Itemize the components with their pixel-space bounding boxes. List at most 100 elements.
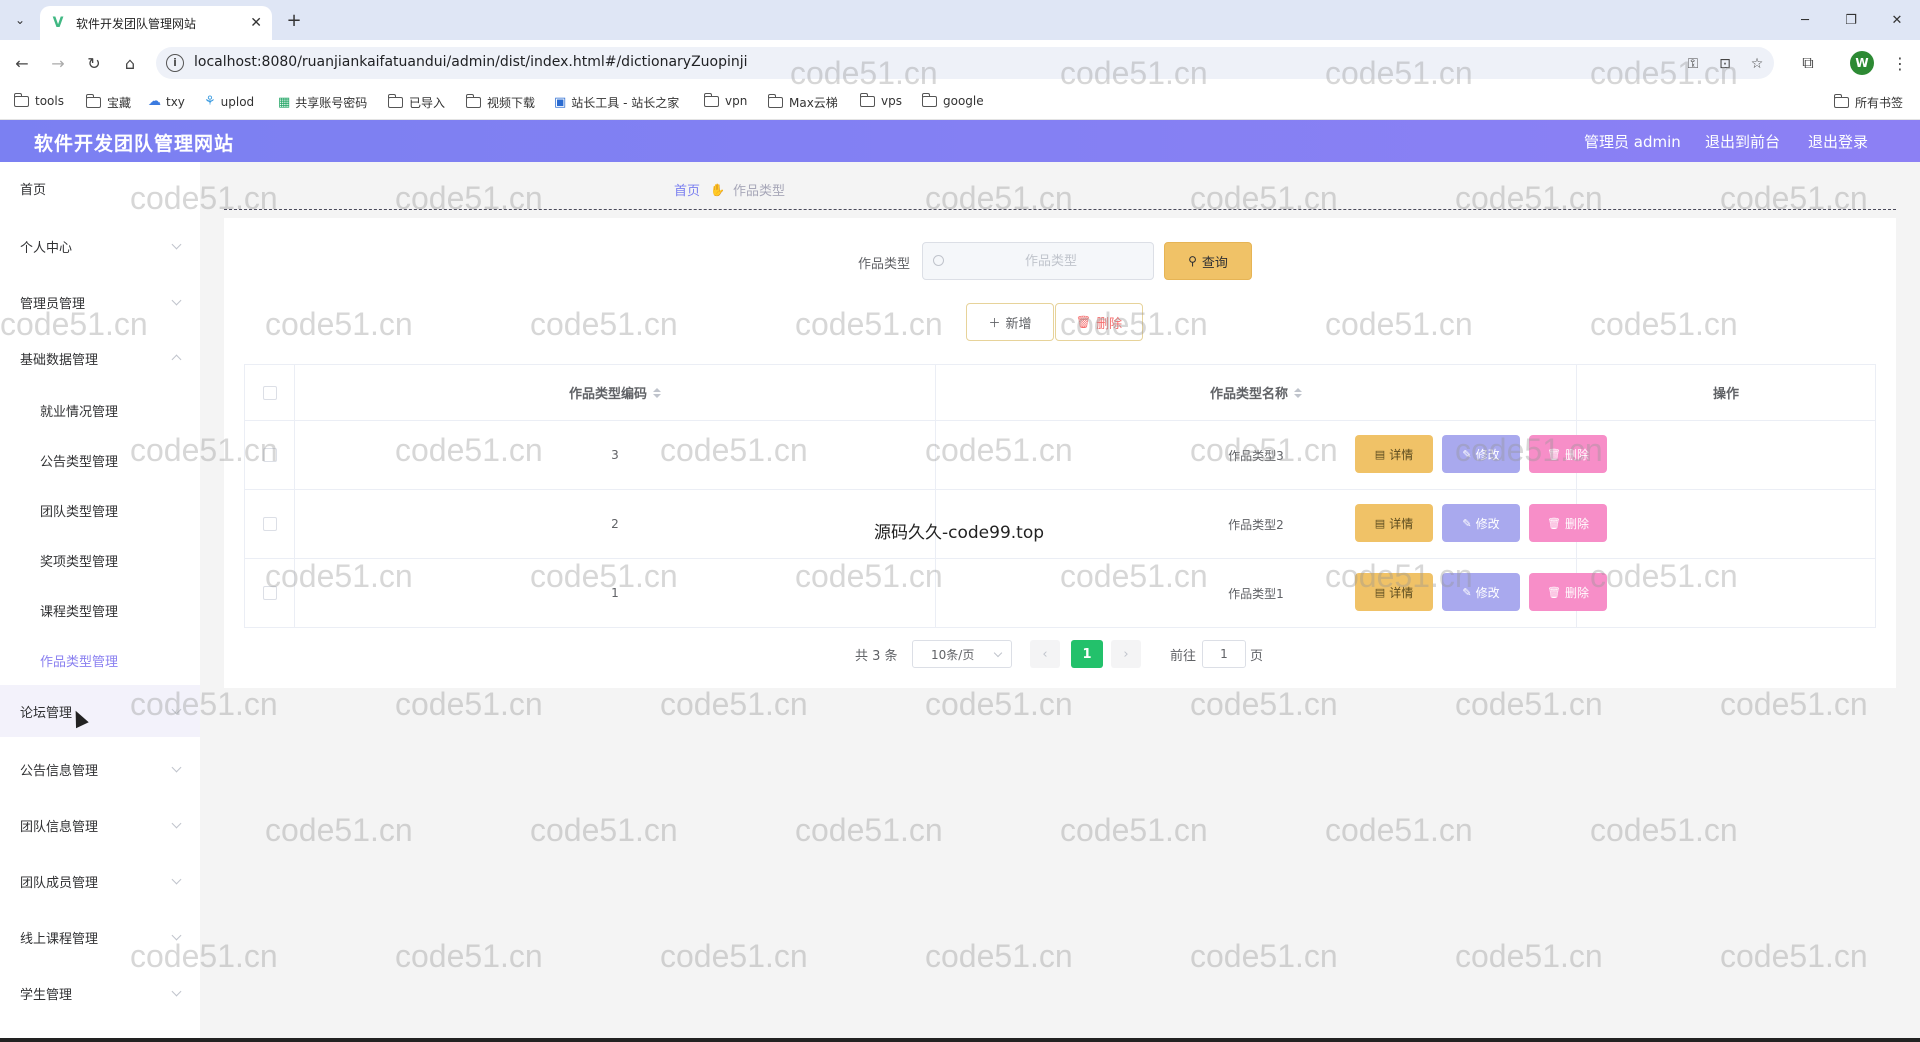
sidebar-item-student[interactable]: 学生管理 xyxy=(0,975,200,1011)
prev-page-button[interactable]: ‹ xyxy=(1030,640,1060,668)
bookmark-item[interactable]: Max云梯 xyxy=(767,94,838,111)
folder-icon xyxy=(859,92,875,107)
sort-icon[interactable] xyxy=(1294,387,1302,398)
bookmark-item[interactable]: 视频下载 xyxy=(465,94,535,111)
tab-close-icon[interactable]: ✕ xyxy=(250,15,262,31)
bookmark-item[interactable]: ▣ 站长工具 - 站长之家 xyxy=(554,94,679,111)
bookmark-item[interactable]: google xyxy=(921,92,984,108)
row-checkbox[interactable] xyxy=(262,586,277,600)
select-all-checkbox[interactable] xyxy=(262,385,277,400)
detail-button[interactable]: ▤ 详情 xyxy=(1355,573,1433,611)
header-code-label: 作品类型编码 xyxy=(568,387,647,402)
edit-button[interactable]: ✎ 修改 xyxy=(1442,504,1520,542)
chevron-down-icon xyxy=(171,762,182,773)
edit-icon: ✎ xyxy=(1462,585,1472,599)
sidebar-subitem-notice-type[interactable]: 公告类型管理 xyxy=(0,442,200,478)
browser-tab[interactable]: V 软件开发团队管理网站 ✕ xyxy=(40,6,272,40)
add-button[interactable]: ＋ 新增 xyxy=(966,303,1054,341)
browser-menu-icon[interactable]: ⋮ xyxy=(1892,51,1908,75)
browser-toolbar: ← → ↻ ⌂ i localhost:8080/ruanjiankaifatu… xyxy=(0,40,1920,86)
delete-button-label: 删除 xyxy=(1096,316,1123,332)
sidebar-item-team-member[interactable]: 团队成员管理 xyxy=(0,863,200,899)
sheet-icon: ▦ xyxy=(278,95,291,110)
back-icon[interactable]: ← xyxy=(10,51,34,75)
header-name[interactable]: 作品类型名称 xyxy=(936,365,1577,420)
password-key-icon[interactable]: ⚿ xyxy=(1682,53,1704,75)
sidebar-item-label: 个人中心 xyxy=(20,240,73,256)
site-info-icon[interactable]: i xyxy=(166,54,184,72)
sidebar-subitem-course-type[interactable]: 课程类型管理 xyxy=(0,592,200,628)
all-bookmarks[interactable]: 所有书签 xyxy=(1833,94,1903,111)
screenshot-icon[interactable]: ⊡ xyxy=(1714,53,1736,75)
watermark: code51.cn xyxy=(925,938,1073,974)
goto-page-input[interactable] xyxy=(1202,640,1246,668)
sidebar-item-forum[interactable]: 论坛管理 xyxy=(0,685,200,737)
delete-button[interactable]: 🗑 删除 xyxy=(1529,504,1607,542)
bookmark-item[interactable]: tools xyxy=(13,92,64,108)
reload-icon[interactable]: ↻ xyxy=(82,51,106,75)
sidebar-item-team-info[interactable]: 团队信息管理 xyxy=(0,807,200,843)
search-field[interactable] xyxy=(922,242,1154,280)
sidebar-subitem-award-type[interactable]: 奖项类型管理 xyxy=(0,542,200,578)
bookmark-label: txy xyxy=(166,94,185,109)
breadcrumb-home[interactable]: 首页 xyxy=(674,180,700,199)
delete-button-label: 删除 xyxy=(1564,447,1589,462)
sidebar-item-basic-data[interactable]: 基础数据管理 xyxy=(0,340,200,376)
bookmark-item[interactable]: 已导入 xyxy=(387,94,445,111)
detail-button[interactable]: ▤ 详情 xyxy=(1355,504,1433,542)
bookmark-item[interactable]: vpn xyxy=(703,92,747,108)
watermark: code51.cn xyxy=(1190,938,1338,974)
edit-button[interactable]: ✎ 修改 xyxy=(1442,573,1520,611)
sidebar-item-online-course[interactable]: 线上课程管理 xyxy=(0,919,200,955)
row-checkbox[interactable] xyxy=(262,448,277,462)
sidebar-item-profile[interactable]: 个人中心 xyxy=(0,228,200,264)
watermark: code51.cn xyxy=(1720,938,1868,974)
sidebar-subitem-work-type[interactable]: 作品类型管理 xyxy=(0,642,200,678)
search-input[interactable] xyxy=(953,243,1149,279)
sidebar-item-notice[interactable]: 公告信息管理 xyxy=(0,751,200,787)
restore-icon[interactable]: ❐ xyxy=(1828,0,1874,40)
cloud-icon: ☁ xyxy=(148,94,161,109)
bookmark-item[interactable]: vps xyxy=(859,92,902,108)
tab-search-icon[interactable]: ⌄ xyxy=(8,8,32,32)
extensions-icon[interactable]: ⧉ xyxy=(1796,51,1820,75)
address-bar[interactable]: i localhost:8080/ruanjiankaifatuandui/ad… xyxy=(156,47,1774,79)
sidebar-subitem-team-type[interactable]: 团队类型管理 xyxy=(0,492,200,528)
url-text[interactable]: localhost:8080/ruanjiankaifatuandui/admi… xyxy=(194,54,748,70)
delete-button[interactable]: 🗑 删除 xyxy=(1529,573,1607,611)
sort-icon[interactable] xyxy=(653,387,661,398)
bookmark-item[interactable]: 宝藏 xyxy=(85,94,131,111)
edit-button[interactable]: ✎ 修改 xyxy=(1442,435,1520,473)
logout-link[interactable]: 退出登录 xyxy=(1808,131,1868,152)
sidebar-subitem-employment[interactable]: 就业情况管理 xyxy=(0,392,200,428)
exit-to-front-link[interactable]: 退出到前台 xyxy=(1705,131,1780,152)
minimize-icon[interactable]: ─ xyxy=(1782,0,1828,40)
row-checkbox[interactable] xyxy=(262,517,277,531)
cell-code: 1 xyxy=(295,559,936,627)
new-tab-icon[interactable]: + xyxy=(282,8,306,32)
watermark: code51.cn xyxy=(395,180,543,216)
sidebar-item-label: 管理员管理 xyxy=(20,296,86,312)
query-button[interactable]: ⚲ 查询 xyxy=(1164,242,1252,280)
batch-delete-button[interactable]: 🗑 删除 xyxy=(1055,303,1143,341)
detail-button[interactable]: ▤ 详情 xyxy=(1355,435,1433,473)
home-icon[interactable]: ⌂ xyxy=(118,51,142,75)
bookmark-item[interactable]: ⚘ uplod xyxy=(204,94,254,109)
delete-button[interactable]: 🗑 删除 xyxy=(1529,435,1607,473)
forward-icon[interactable]: → xyxy=(46,51,70,75)
header-code[interactable]: 作品类型编码 xyxy=(295,365,936,420)
breadcrumb: 首页 ✋ 作品类型 xyxy=(674,180,785,200)
watermark: code51.cn xyxy=(1720,686,1868,722)
page-number-current[interactable]: 1 xyxy=(1071,640,1103,668)
bookmark-item[interactable]: ☁ txy xyxy=(148,94,185,109)
hand-icon: ✋ xyxy=(710,182,725,197)
window-close-icon[interactable]: ✕ xyxy=(1874,0,1920,40)
bookmark-star-icon[interactable]: ☆ xyxy=(1746,53,1768,75)
sidebar-item-home[interactable]: 首页 xyxy=(0,170,200,206)
bookmark-item[interactable]: ▦ 共享账号密码 xyxy=(278,94,367,111)
cell-operation xyxy=(1577,421,1875,489)
page-size-select[interactable]: 10条/页 xyxy=(912,640,1012,668)
sidebar-item-admin[interactable]: 管理员管理 xyxy=(0,284,200,320)
profile-avatar[interactable]: W xyxy=(1850,51,1874,75)
next-page-button[interactable]: › xyxy=(1111,640,1141,668)
